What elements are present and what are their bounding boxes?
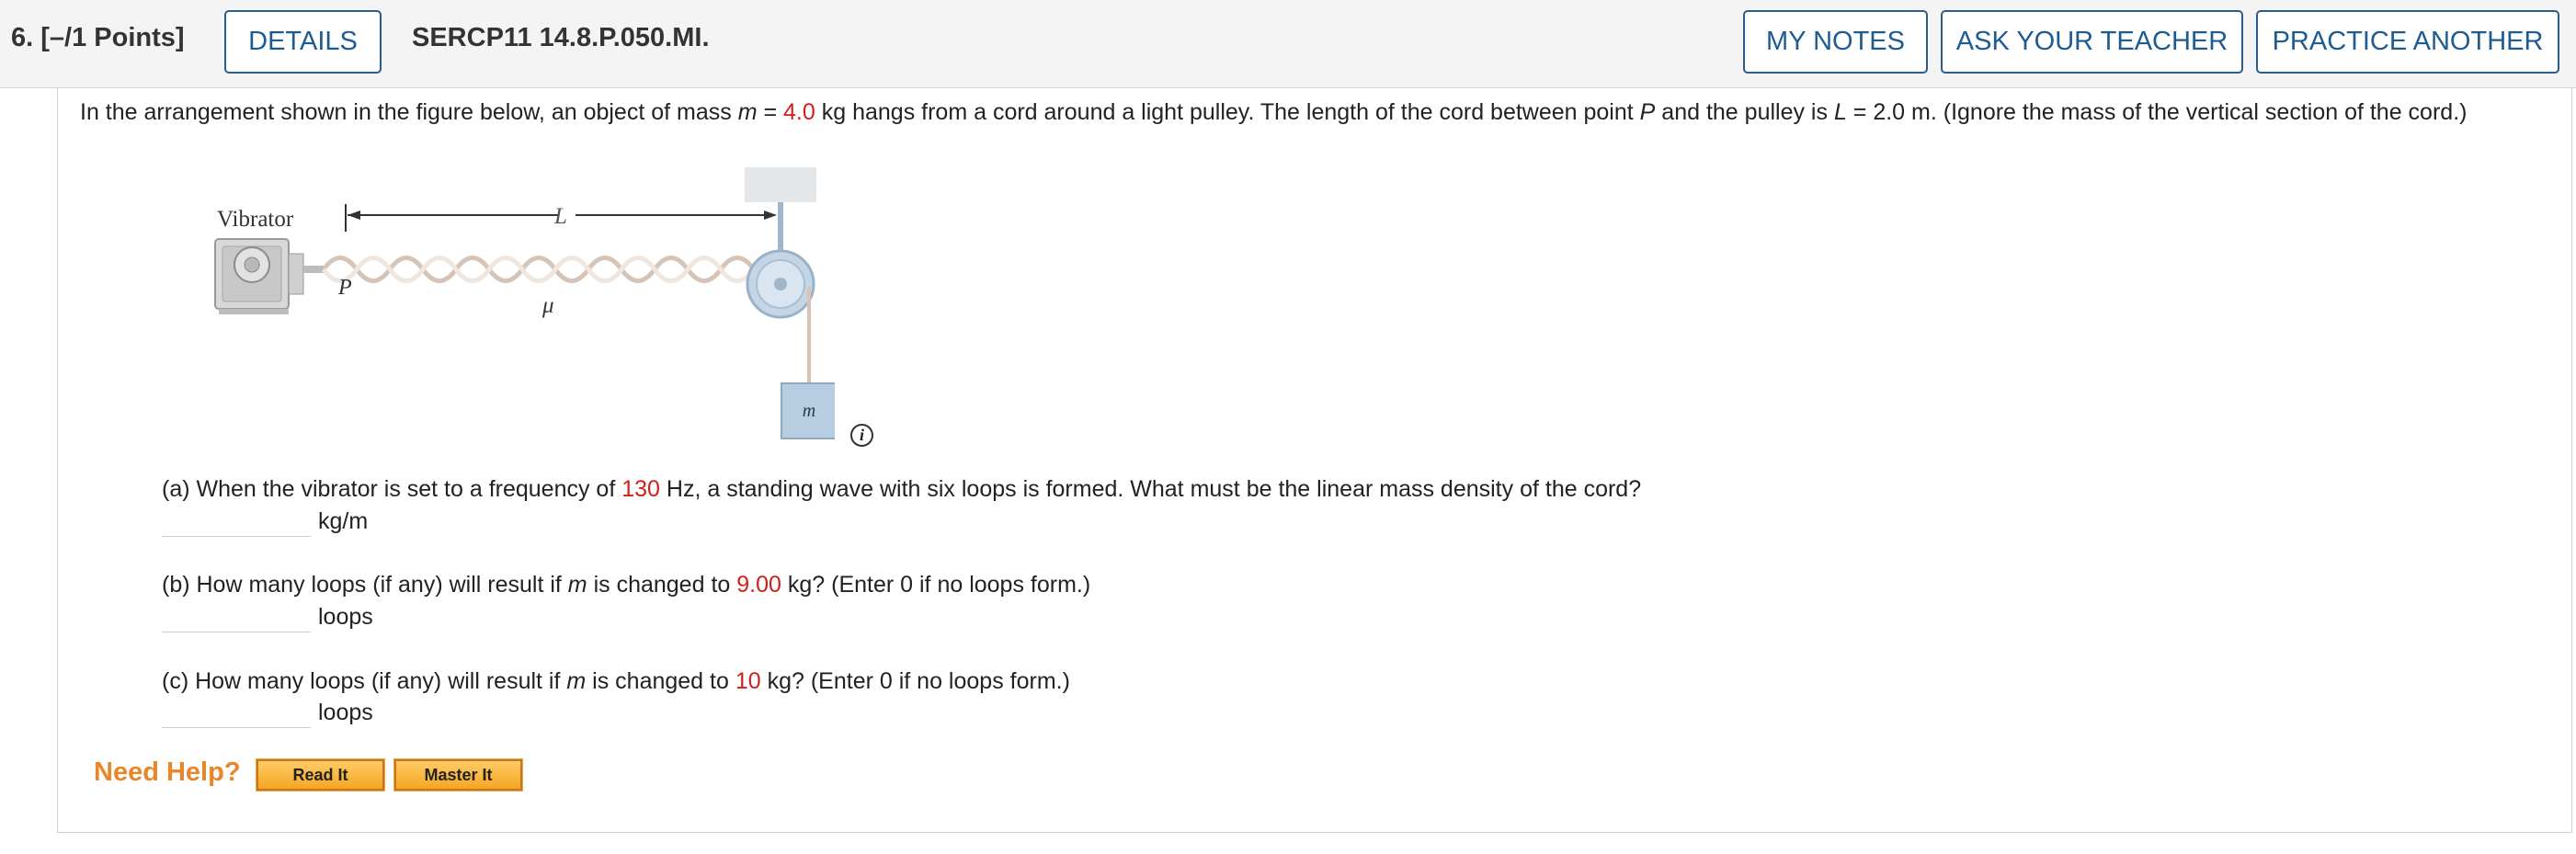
part-c-answer-input[interactable] (162, 699, 311, 728)
part-a-unit: kg/m (318, 508, 369, 534)
part-b-unit: loops (318, 604, 373, 630)
length-label: L (553, 204, 567, 229)
vibrator-label: Vibrator (217, 207, 294, 232)
need-help-label: Need Help? (94, 757, 241, 787)
part-b-answer-input[interactable] (162, 603, 311, 632)
part-c-question: (c) How many loops (if any) will result … (162, 668, 1070, 694)
master-it-button[interactable]: Master It (393, 758, 523, 791)
read-it-button[interactable]: Read It (256, 758, 385, 791)
part-b-question: (b) How many loops (if any) will result … (162, 572, 1091, 598)
pulley (746, 249, 815, 319)
frequency-value: 130 (621, 476, 660, 502)
problem-statement: In the arrangement shown in the figure b… (80, 99, 2468, 125)
standing-wave-figure: Vibrator L m P μ (214, 167, 835, 439)
vibrator (214, 238, 324, 314)
question-header: 6. [–/1 Points] DETAILS SERCP11 14.8.P.0… (0, 0, 2576, 88)
dimension-arrow-right (764, 211, 777, 220)
dimension-arrow-left (348, 211, 360, 220)
info-icon[interactable]: i (850, 424, 873, 447)
mass-c-value: 10 (735, 668, 761, 694)
point-p-label: P (337, 276, 352, 300)
ceiling-support (745, 167, 816, 202)
practice-another-button[interactable]: PRACTICE ANOTHER (2256, 10, 2559, 74)
part-a-question: (a) When the vibrator is set to a freque… (162, 476, 1642, 502)
mu-label: μ (541, 293, 554, 318)
mass-label: m (803, 401, 815, 421)
my-notes-button[interactable]: MY NOTES (1743, 10, 1928, 74)
question-id: SERCP11 14.8.P.050.MI. (412, 23, 710, 52)
details-button[interactable]: DETAILS (224, 10, 382, 74)
mass-value: 4.0 (783, 99, 815, 125)
mass-b-value: 9.00 (736, 572, 781, 598)
ask-your-teacher-button[interactable]: ASK YOUR TEACHER (1941, 10, 2243, 74)
part-a-answer-input[interactable] (162, 507, 311, 537)
question-number: 6. [–/1 Points] (11, 23, 185, 52)
part-c-unit: loops (318, 700, 373, 725)
standing-wave (321, 256, 769, 283)
